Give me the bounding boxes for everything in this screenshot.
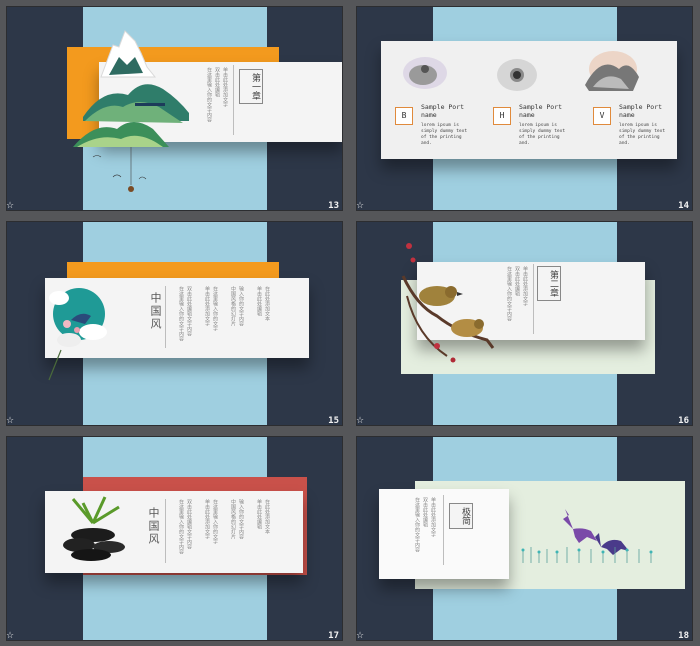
text-column: 在这里输入你的文字内容 <box>414 497 420 552</box>
text-column: 单击此处添加文字 <box>430 497 436 537</box>
slide-meta-17: ☆ 17 <box>6 631 343 645</box>
text-column: 单击此处添加文字 <box>204 499 210 539</box>
slide-number: 16 <box>678 416 689 426</box>
orange-panel <box>67 262 279 278</box>
text-column: 在这里输入你的文字内容 <box>506 266 512 321</box>
chapter-label: 第二章 <box>537 266 561 301</box>
chapter-label: 极简 <box>449 503 473 529</box>
chapter-label: 第一章 <box>239 69 263 104</box>
text-column: 输入你的文字内容 <box>238 499 244 539</box>
star-icon[interactable]: ☆ <box>6 201 14 211</box>
slide-thumbnail-13[interactable]: 在这里输入你的文字内容 双击此处编辑 单击此处添加文字 第一章 <box>6 6 343 211</box>
text-column: 输入你的文字内容 <box>238 286 244 326</box>
slide-number: 15 <box>328 416 339 426</box>
item-title: Sample Port name <box>421 103 465 119</box>
divider-line <box>165 286 166 348</box>
text-column: 双击此处编辑 <box>514 266 520 296</box>
slide-number: 17 <box>328 631 339 641</box>
item-title: Sample Port name <box>619 103 663 119</box>
slide-meta-15: ☆ 15 <box>6 416 343 430</box>
text-column: 双击此处编辑文字内容 <box>186 499 192 549</box>
letter-icon-v: V <box>593 107 611 125</box>
slide-title: 中国风 <box>147 507 160 546</box>
slide-thumbnail-14[interactable]: B Sample Port name lorem ipsum is simply… <box>356 6 693 211</box>
letter-icon-b: B <box>395 107 413 125</box>
text-column: 双击此处编辑 <box>422 497 428 527</box>
text-column: 单击此处编辑 <box>256 286 262 316</box>
star-icon[interactable]: ☆ <box>356 631 364 641</box>
text-column: 在这里输入你的文字内容 <box>178 499 184 554</box>
text-column: 双击此处编辑文字内容 <box>186 286 192 336</box>
slide-thumbnail-18[interactable]: 在这里输入你的文字内容 双击此处编辑 单击此处添加文字 极简 <box>356 436 693 641</box>
letter-icon-h: H <box>493 107 511 125</box>
item-body: lorem ipsum is simply dummy text of the … <box>619 123 666 146</box>
text-column: 中国风格的幻灯片 <box>230 499 236 539</box>
text-column: 单击此处添加文字 <box>204 286 210 326</box>
slide-thumbnail-15[interactable]: 中国风 在这里输入你的文字内容 双击此处编辑文字内容 单击此处添加文字 在这里输… <box>6 221 343 426</box>
ink-figure-image <box>403 57 447 89</box>
divider-line <box>165 499 166 563</box>
slide-meta-14: ☆ 14 <box>356 201 693 215</box>
star-icon[interactable]: ☆ <box>356 201 364 211</box>
star-icon[interactable]: ☆ <box>356 416 364 426</box>
text-column: 在这里输入你的文字 <box>212 286 218 331</box>
text-column: 单击此处添加文字 <box>522 266 528 306</box>
text-column: 单击此处编辑 <box>256 499 262 529</box>
divider-line <box>533 264 534 334</box>
birds-on-branch-image <box>401 243 495 363</box>
slide-meta-13: ☆ 13 <box>6 201 343 215</box>
content-card <box>379 489 509 579</box>
item-body: lorem ipsum is simply dummy text of the … <box>519 123 566 146</box>
slide-meta-18: ☆ 18 <box>356 631 693 645</box>
slide-number: 14 <box>678 201 689 211</box>
slide-number: 13 <box>328 201 339 211</box>
item-title: Sample Port name <box>519 103 563 119</box>
deer-image <box>521 509 653 563</box>
star-icon[interactable]: ☆ <box>6 631 14 641</box>
divider-line <box>233 65 234 135</box>
ink-stone-image <box>497 59 537 91</box>
slide-thumbnail-16[interactable]: 在这里输入你的文字内容 双击此处编辑 单击此处添加文字 第二章 <box>356 221 693 426</box>
bird-flower-image <box>48 288 107 381</box>
text-column: 在此处添加文本 <box>264 499 270 534</box>
star-icon[interactable]: ☆ <box>6 416 14 426</box>
divider-line <box>443 495 444 565</box>
text-column: 双击此处编辑 <box>214 67 220 97</box>
zen-stones-image <box>63 496 125 561</box>
text-column: 在此处添加文本 <box>264 286 270 321</box>
text-column: 在这里输入你的文字内容 <box>206 67 212 122</box>
text-column: 在这里输入你的文字 <box>212 499 218 544</box>
item-body: lorem ipsum is simply dummy text of the … <box>421 123 468 146</box>
slide-thumbnail-17[interactable]: 中国风 在这里输入你的文字内容 双击此处编辑文字内容 单击此处添加文字 在这里输… <box>6 436 343 641</box>
mountain-paper-art-image <box>73 30 189 192</box>
text-column: 单击此处添加文字 <box>222 67 228 107</box>
slide-title: 中国风 <box>149 292 162 331</box>
text-column: 中国风格的幻灯片 <box>230 286 236 326</box>
text-column: 在这里输入你的文字内容 <box>178 286 184 341</box>
slide-meta-16: ☆ 16 <box>356 416 693 430</box>
slide-number: 18 <box>678 631 689 641</box>
ink-landscape-image <box>585 51 639 91</box>
